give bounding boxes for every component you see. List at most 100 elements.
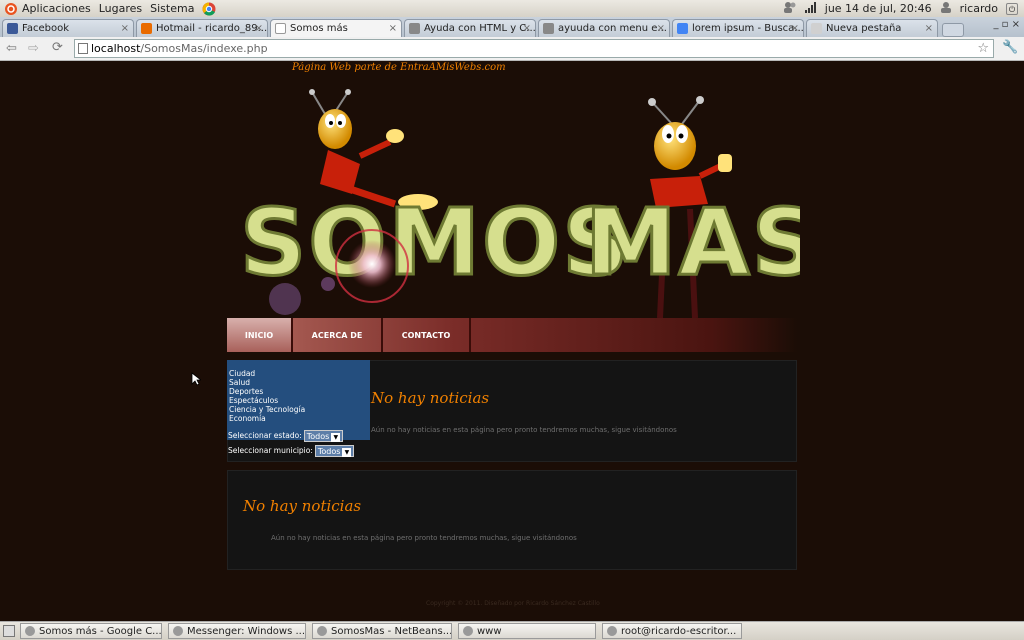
- tab-close-icon[interactable]: ×: [925, 23, 933, 34]
- taskbar-item-0[interactable]: Somos más - Google C...: [20, 623, 162, 639]
- tab-label: Nueva pestaña: [826, 23, 902, 34]
- filter-selectors: Seleccionar estado: Todos ▼ Seleccionar mu…: [228, 428, 355, 458]
- forward-icon[interactable]: ⇨: [28, 41, 39, 56]
- menu-aplicaciones[interactable]: Aplicaciones: [22, 2, 91, 15]
- clock-datetime[interactable]: jue 14 de jul, 20:46: [825, 2, 932, 15]
- signal-icon[interactable]: [804, 1, 817, 16]
- address-path: /SomosMas/indexe.php: [140, 42, 268, 55]
- menu-lugares[interactable]: Lugares: [99, 2, 142, 15]
- category-item-deportes[interactable]: Deportes: [229, 387, 370, 396]
- estado-select[interactable]: Todos ▼: [303, 429, 344, 442]
- bookmark-star-icon[interactable]: ☆: [977, 41, 989, 56]
- user-name[interactable]: ricardo: [960, 2, 998, 15]
- municipio-select[interactable]: Todos ▼: [314, 444, 355, 457]
- category-item-economia[interactable]: Economía: [229, 414, 370, 423]
- ubuntu-logo-icon[interactable]: [4, 2, 18, 16]
- news-text-2: Aún no hay noticias en esta página pero …: [271, 534, 577, 542]
- new-tab-button[interactable]: [942, 23, 964, 37]
- tab-close-icon[interactable]: ×: [523, 23, 531, 34]
- address-input[interactable]: localhost/SomosMas/indexe.php ☆: [74, 39, 994, 58]
- reload-icon[interactable]: ⟳: [52, 40, 63, 55]
- news-box-secondary: No hay noticias Aún no hay noticias en e…: [227, 470, 797, 570]
- web-page-content: Página Web parte de EntraAMisWebs.com SO…: [0, 62, 1024, 620]
- category-item-ciencia[interactable]: Ciencia y Tecnología: [229, 405, 370, 414]
- app-icon: [317, 626, 327, 636]
- chevron-down-icon: ▼: [342, 447, 352, 457]
- menu-item-inicio[interactable]: INICIO: [227, 318, 293, 352]
- taskbar-label: root@ricardo-escritor...: [621, 625, 737, 637]
- tab-close-icon[interactable]: ×: [121, 23, 129, 34]
- lens-flare-icon: [348, 240, 396, 288]
- site-footer: Copyright © 2011. Diseñado por Ricardo S…: [426, 600, 600, 607]
- tab-label: Facebook: [22, 23, 69, 34]
- menu-item-contacto[interactable]: CONTACTO: [383, 318, 471, 352]
- tab-close-icon[interactable]: ×: [657, 23, 665, 34]
- system-taskbar: Somos más - Google C... Messenger: Window…: [0, 621, 1024, 640]
- svg-text:SOMOS: SOMOS: [240, 189, 631, 296]
- tab-favicon-icon: [543, 23, 554, 34]
- menu-item-acerca-de[interactable]: ACERCA DE: [293, 318, 383, 352]
- tab-label: Ayuda con HTML y C...: [424, 23, 536, 34]
- tab-6[interactable]: Nueva pestaña ×: [806, 19, 938, 37]
- tab-favicon-icon: [811, 23, 822, 34]
- taskbar-label: SomosMas - NetBeans...: [331, 625, 452, 637]
- tab-favicon-icon: [141, 23, 152, 34]
- mouse-cursor-icon: [191, 372, 201, 386]
- window-controls[interactable]: _ ▫ ×: [993, 19, 1020, 30]
- site-tagline: Página Web parte de EntraAMisWebs.com: [292, 62, 506, 73]
- taskbar-label: www: [477, 625, 502, 637]
- tab-favicon-icon: [7, 23, 18, 34]
- browser-tab-strip: Facebook × Hotmail - ricardo_89... × Somos m…: [0, 17, 1024, 37]
- municipio-label: Seleccionar municipio:: [228, 446, 313, 455]
- taskbar-item-1[interactable]: Messenger: Windows ...: [168, 623, 306, 639]
- tab-label: Hotmail - ricardo_89...: [156, 23, 268, 34]
- system-top-panel: Aplicaciones Lugares Sistema jue 14 de j…: [0, 0, 1024, 17]
- taskbar-item-2[interactable]: SomosMas - NetBeans...: [312, 623, 452, 639]
- news-title: No hay noticias: [371, 389, 490, 407]
- taskbar-item-3[interactable]: www: [458, 623, 596, 639]
- show-desktop-icon[interactable]: [3, 625, 15, 637]
- chrome-launcher-icon[interactable]: [202, 2, 216, 16]
- app-icon: [463, 626, 473, 636]
- tab-label: ayuuda con menu e...: [558, 23, 667, 34]
- users-icon[interactable]: [783, 1, 797, 16]
- tab-favicon-icon: [409, 23, 420, 34]
- app-icon: [607, 626, 617, 636]
- category-item-espectaculos[interactable]: Espectáculos: [229, 396, 370, 405]
- category-item-salud[interactable]: Salud: [229, 378, 370, 387]
- tab-close-icon[interactable]: ×: [791, 23, 799, 34]
- wrench-icon[interactable]: 🔧: [1002, 40, 1018, 55]
- tab-4[interactable]: ayuuda con menu e... ×: [538, 19, 670, 37]
- chevron-down-icon: ▼: [331, 432, 341, 442]
- tab-close-icon[interactable]: ×: [389, 23, 397, 34]
- taskbar-label: Somos más - Google C...: [39, 625, 162, 637]
- power-icon[interactable]: ⏻: [1006, 2, 1018, 15]
- tab-favicon-icon: [677, 23, 688, 34]
- browser-toolbar: ⇦ ⇨ ⟳ localhost/SomosMas/indexe.php ☆ 🔧: [0, 37, 1024, 61]
- tab-favicon-icon: [275, 23, 286, 34]
- page-icon: [78, 43, 88, 54]
- app-icon: [173, 626, 183, 636]
- tab-label: lorem ipsum - Busca...: [692, 23, 804, 34]
- site-main-menu: INICIO ACERCA DE CONTACTO: [227, 318, 797, 352]
- tab-2[interactable]: Somos más ×: [270, 19, 402, 37]
- address-host: localhost: [91, 42, 141, 55]
- tab-close-icon[interactable]: ×: [255, 23, 263, 34]
- category-item-ciudad[interactable]: Ciudad: [229, 369, 370, 378]
- tab-5[interactable]: lorem ipsum - Busca... ×: [672, 19, 804, 37]
- tab-label: Somos más: [290, 23, 348, 34]
- back-icon[interactable]: ⇦: [6, 41, 17, 56]
- municipio-value: Todos: [317, 446, 341, 456]
- svg-text:MAS: MAS: [585, 189, 800, 296]
- estado-value: Todos: [306, 431, 330, 441]
- estado-label: Seleccionar estado:: [228, 431, 302, 440]
- taskbar-label: Messenger: Windows ...: [187, 625, 306, 637]
- tab-1[interactable]: Hotmail - ricardo_89... ×: [136, 19, 268, 37]
- news-text: Aún no hay noticias en esta página pero …: [371, 426, 677, 434]
- app-icon: [25, 626, 35, 636]
- tab-0[interactable]: Facebook ×: [2, 19, 134, 37]
- menu-sistema[interactable]: Sistema: [150, 2, 194, 15]
- user-icon[interactable]: [940, 1, 952, 16]
- tab-3[interactable]: Ayuda con HTML y C... ×: [404, 19, 536, 37]
- taskbar-item-4[interactable]: root@ricardo-escritor...: [602, 623, 742, 639]
